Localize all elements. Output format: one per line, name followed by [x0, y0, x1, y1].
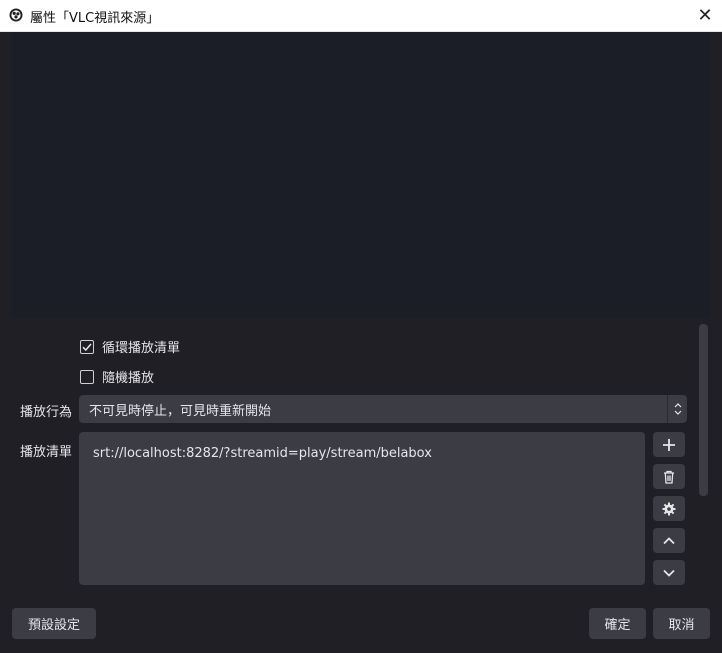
- item-settings-button[interactable]: [653, 496, 685, 521]
- shuffle-checkbox-row[interactable]: 隨機播放: [80, 367, 154, 386]
- checkmark-icon: [82, 343, 92, 351]
- list-item[interactable]: srt://localhost:8282/?streamid=play/stre…: [93, 446, 432, 461]
- loop-checkbox-row[interactable]: 循環播放清單: [80, 337, 180, 356]
- move-up-button[interactable]: [653, 528, 685, 553]
- obs-logo-icon: [9, 8, 23, 22]
- defaults-button[interactable]: 預設設定: [12, 608, 96, 639]
- select-arrows-icon: [667, 395, 687, 423]
- gear-icon: [662, 502, 676, 515]
- move-down-button[interactable]: [653, 560, 685, 585]
- close-button[interactable]: ✕: [688, 0, 722, 31]
- playlist-list[interactable]: srt://localhost:8282/?streamid=play/stre…: [79, 432, 645, 585]
- add-item-button[interactable]: [653, 432, 685, 457]
- properties-panel: 循環播放清單 隨機播放 播放行為 不可見時停止，可見時重新開始 播放清單 srt…: [0, 322, 722, 592]
- properties-scrollbar[interactable]: [699, 324, 708, 496]
- ok-button[interactable]: 確定: [589, 608, 646, 639]
- shuffle-label: 隨機播放: [102, 371, 155, 386]
- playback-behavior-value: 不可見時停止，可見時重新開始: [89, 403, 272, 419]
- source-preview: [12, 32, 710, 318]
- title-bar: 屬性「VLC視訊來源」 ✕: [0, 0, 722, 32]
- chevron-down-icon: [663, 569, 675, 577]
- chevron-up-icon: [663, 536, 675, 544]
- playback-behavior-label: 播放行為: [20, 405, 73, 420]
- playlist-label: 播放清單: [20, 445, 73, 460]
- cancel-button[interactable]: 取消: [653, 608, 710, 639]
- close-icon: ✕: [697, 5, 713, 26]
- loop-checkbox[interactable]: [80, 339, 94, 354]
- trash-icon: [664, 470, 674, 484]
- playback-behavior-select[interactable]: 不可見時停止，可見時重新開始: [79, 395, 687, 423]
- shuffle-checkbox[interactable]: [80, 369, 94, 384]
- remove-item-button[interactable]: [653, 464, 685, 489]
- plus-icon: [663, 438, 675, 451]
- loop-label: 循環播放清單: [102, 341, 181, 356]
- window-title: 屬性「VLC視訊來源」: [30, 11, 160, 26]
